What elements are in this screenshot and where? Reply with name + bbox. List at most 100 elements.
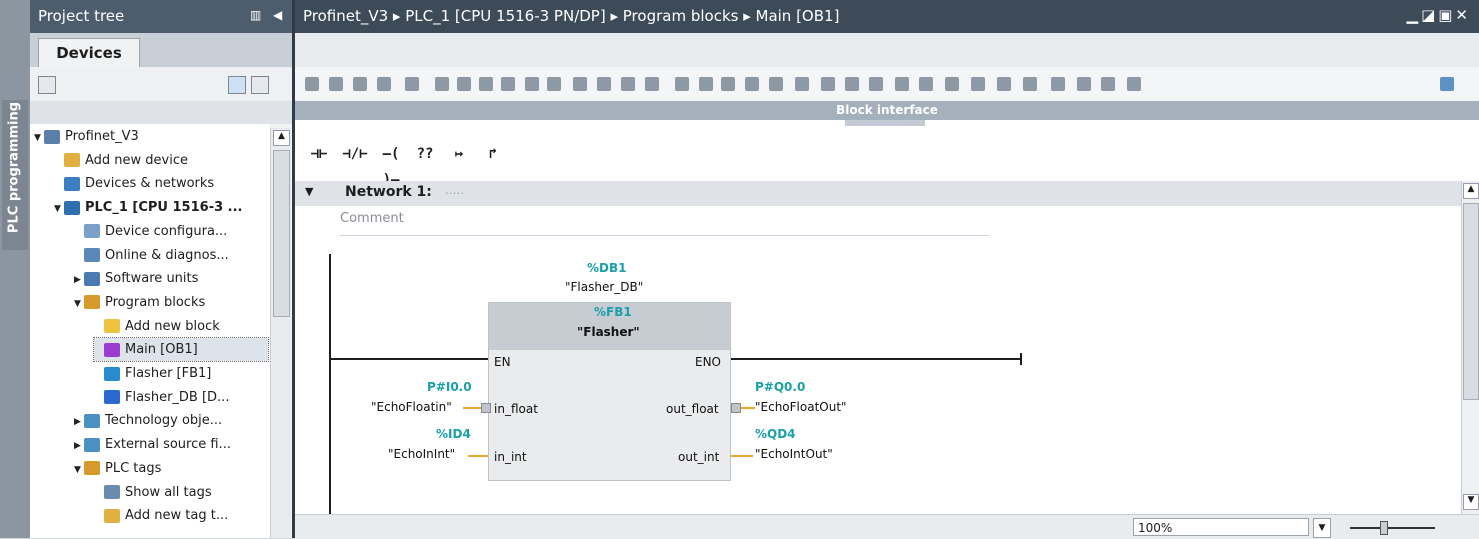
tree-item[interactable]: ▶ Technology obje...: [74, 409, 268, 432]
toolbar-tool-icon[interactable]: [621, 77, 635, 91]
tree-item[interactable]: ▶ Software units: [74, 267, 268, 290]
toolbar-tool-icon[interactable]: [821, 77, 835, 91]
toolbar-tool-icon[interactable]: [795, 77, 809, 91]
close-branch-icon[interactable]: ↱: [477, 141, 509, 167]
network-header[interactable]: ▼ Network 1: .....: [295, 181, 1461, 206]
toolbar-tool-icon[interactable]: [997, 77, 1011, 91]
tree-node-icon: [84, 224, 100, 239]
toolbar-tool-icon[interactable]: [945, 77, 959, 91]
toolbar-tool-icon[interactable]: [405, 77, 419, 91]
coil-icon[interactable]: –( )–: [375, 141, 407, 188]
table-view-icon[interactable]: [38, 76, 56, 94]
empty-box-icon[interactable]: ??: [409, 141, 441, 167]
toolbar-tool-icon[interactable]: [699, 77, 713, 91]
toolbar-tool-icon[interactable]: [305, 77, 319, 91]
eno-wire-end: [1020, 353, 1022, 365]
toolbar-tool-icon[interactable]: [353, 77, 367, 91]
toolbar-tool-icon[interactable]: [1077, 77, 1091, 91]
window-controls-icon[interactable]: ▁◪▣✕: [1407, 6, 1471, 24]
normally-open-contact-icon[interactable]: ⊣⊢: [303, 141, 335, 167]
export-icon[interactable]: [251, 76, 269, 94]
network-comment[interactable]: Comment: [340, 211, 990, 236]
toolbar-tool-icon[interactable]: [845, 77, 859, 91]
expand-down-icon[interactable]: ▼: [74, 293, 84, 316]
toolbar-tool-icon[interactable]: [869, 77, 883, 91]
tree-item[interactable]: Flasher [FB1]: [94, 362, 268, 385]
tree-item[interactable]: ▼ Program blocks: [74, 291, 268, 314]
scroll-thumb[interactable]: [1463, 203, 1479, 400]
expand-right-icon[interactable]: ▶: [74, 269, 84, 292]
chevron-down-icon[interactable]: ▼: [1313, 518, 1331, 538]
tree-item[interactable]: Devices & networks: [54, 172, 268, 195]
open-branch-icon[interactable]: ↦: [443, 141, 475, 167]
zoom-select[interactable]: 100%: [1133, 518, 1309, 536]
tree-item-label: Online & diagnos...: [105, 247, 229, 263]
tab-devices[interactable]: Devices: [38, 38, 140, 68]
toolbar-tool-icon[interactable]: [547, 77, 561, 91]
toolbar-tool-icon[interactable]: [457, 77, 471, 91]
toolbar-tool-icon[interactable]: [895, 77, 909, 91]
tree-item[interactable]: Online & diagnos...: [74, 244, 268, 267]
toolbar-tool-icon[interactable]: [435, 77, 449, 91]
toolbar-tool-icon[interactable]: [573, 77, 587, 91]
out-float-tag[interactable]: "EchoFloatOut": [755, 400, 847, 414]
expand-right-icon[interactable]: ▶: [74, 435, 84, 458]
toolbar-tool-icon[interactable]: [377, 77, 391, 91]
tree-item[interactable]: Add new device: [54, 149, 268, 172]
toolbar-tool-icon[interactable]: [501, 77, 515, 91]
plc-programming-tab[interactable]: PLC programming: [2, 100, 28, 250]
in-int-tag[interactable]: "EchoInInt": [388, 447, 455, 461]
tree-item[interactable]: Show all tags: [94, 481, 268, 504]
tree-scrollbar[interactable]: ▲: [270, 128, 291, 538]
toolbar-tool-icon[interactable]: [971, 77, 985, 91]
toolbar-tool-icon[interactable]: [1051, 77, 1065, 91]
out-int-tag[interactable]: "EchoIntOut": [755, 447, 833, 461]
tree-node-icon: [104, 390, 120, 405]
editor-vertical-scrollbar[interactable]: ▲ ▼: [1461, 181, 1479, 514]
layout-toggle-icon[interactable]: [1440, 77, 1454, 91]
toolbar-tool-icon[interactable]: [769, 77, 783, 91]
tree-item[interactable]: Add new block: [94, 315, 268, 338]
scroll-down-icon[interactable]: ▼: [1463, 494, 1479, 510]
scroll-up-icon[interactable]: ▲: [273, 130, 290, 146]
toolbar-tool-icon[interactable]: [525, 77, 539, 91]
tree-item[interactable]: Add new tag t...: [94, 504, 268, 527]
toolbar-tool-icon[interactable]: [1101, 77, 1115, 91]
scroll-thumb[interactable]: [273, 150, 290, 317]
in-float-tag[interactable]: "EchoFloatin": [371, 400, 452, 414]
network-title-edit[interactable]: .....: [445, 183, 464, 197]
tree-item[interactable]: Flasher_DB [D...: [94, 386, 268, 409]
toolbar-tool-icon[interactable]: [329, 77, 343, 91]
tree-item-label: Show all tags: [125, 484, 212, 500]
tree-item[interactable]: Main [OB1]: [93, 337, 269, 363]
scroll-up-icon[interactable]: ▲: [1463, 183, 1479, 199]
toolbar-tool-icon[interactable]: [597, 77, 611, 91]
toolbar-tool-icon[interactable]: [1023, 77, 1037, 91]
toolbar-tool-icon[interactable]: [645, 77, 659, 91]
tree-item[interactable]: ▼ PLC tags: [74, 457, 268, 480]
toolbar-tool-icon[interactable]: [745, 77, 759, 91]
pin-icon[interactable]: ▥: [250, 8, 262, 22]
toolbar-tool-icon[interactable]: [919, 77, 933, 91]
toolbar-tool-icon[interactable]: [721, 77, 735, 91]
fb-call-block[interactable]: %FB1 "Flasher" EN ENO in_float in_int ou…: [488, 302, 731, 481]
expand-down-icon[interactable]: ▼: [54, 198, 64, 221]
tree-item[interactable]: Device configura...: [74, 220, 268, 243]
expand-down-icon[interactable]: ▼: [34, 127, 44, 150]
tree-item[interactable]: ▶ External source fi...: [74, 433, 268, 456]
tree-item[interactable]: ▼ PLC_1 [CPU 1516-3 ...: [54, 196, 268, 219]
overview-icon[interactable]: [228, 76, 246, 94]
collapse-network-icon[interactable]: ▼: [305, 185, 313, 198]
db-name[interactable]: "Flasher_DB": [565, 280, 643, 294]
collapse-left-icon[interactable]: ◀: [273, 8, 282, 22]
zoom-slider[interactable]: [1350, 521, 1435, 535]
toolbar-tool-icon[interactable]: [675, 77, 689, 91]
expand-down-icon[interactable]: ▼: [74, 459, 84, 482]
toolbar-tool-icon[interactable]: [1127, 77, 1141, 91]
expand-right-icon[interactable]: ▶: [74, 411, 84, 434]
tree-item[interactable]: ▼ Profinet_V3: [34, 125, 268, 148]
zoom-slider-handle[interactable]: [1380, 521, 1388, 535]
toolbar-tool-icon[interactable]: [479, 77, 493, 91]
block-interface-bar[interactable]: Block interface: [295, 101, 1479, 120]
normally-closed-contact-icon[interactable]: ⊣/⊢: [339, 141, 371, 167]
